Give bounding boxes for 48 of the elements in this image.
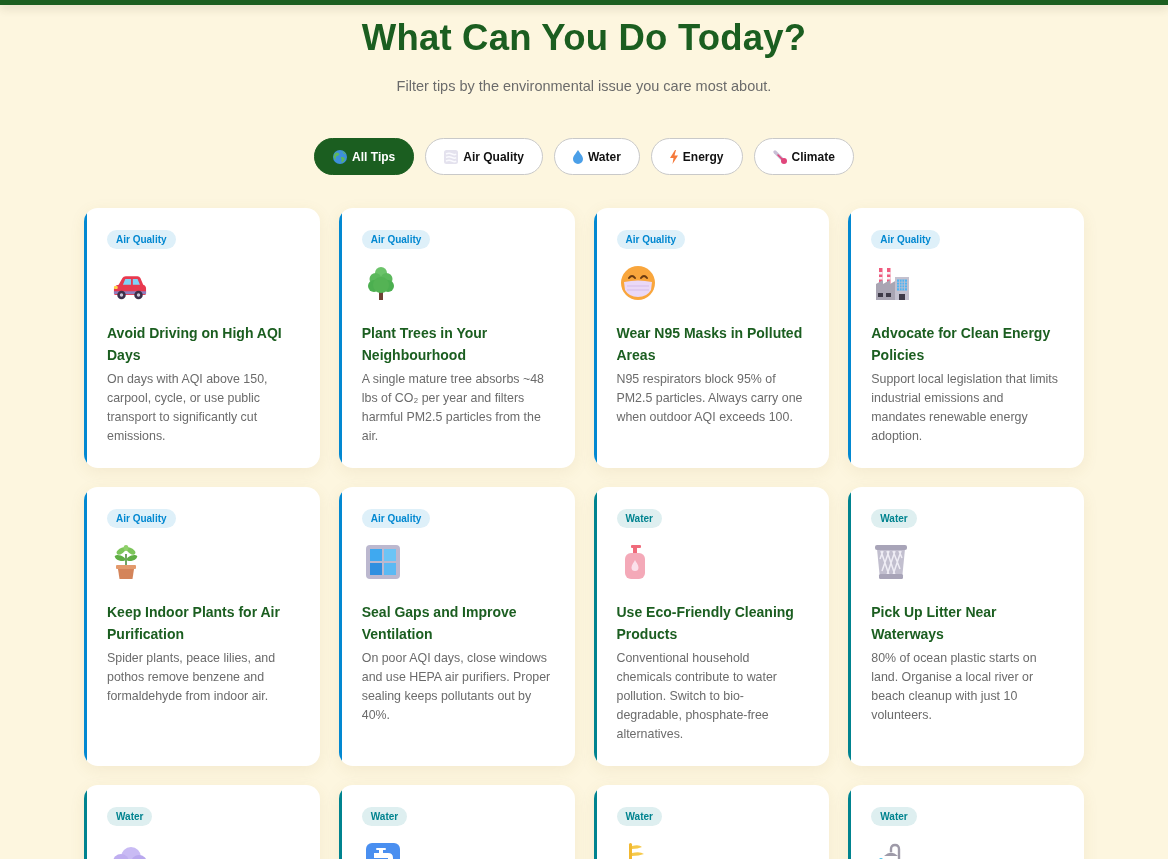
category-tag: Water — [107, 807, 153, 826]
category-tag: Air Quality — [616, 230, 686, 249]
page-title: What Can You Do Today? — [361, 16, 807, 60]
tip-description: N95 respirators block 95% of PM2.5 particles. Always carry one when outdoor AQI exceeds 100. — [616, 371, 804, 426]
category-tag: Water — [616, 509, 662, 528]
window-icon — [365, 545, 400, 579]
filter-chip[interactable]: Water — [553, 138, 640, 175]
category-tag: Air Quality — [871, 230, 940, 249]
filter-chip[interactable]: Climate — [753, 138, 854, 175]
tip-description: A single mature tree absorbs ~48 lbs of CO₂ per year and filters harmful PM2.5 particles from the air. — [361, 371, 545, 445]
wastebasket-icon — [875, 545, 908, 579]
car-icon — [113, 274, 147, 300]
tip-description: Spider plants, peace lilies, and pothos remove benzene and formaldehyde from indoor air. — [107, 650, 277, 705]
category-tag: Water — [361, 807, 408, 826]
potted-plant-icon — [114, 545, 138, 579]
category-tag: Water — [871, 807, 917, 826]
tip-description: On days with AQI above 150, carpool, cycle, or use public transport to significantly cut emissions. — [107, 371, 269, 445]
tip-description: On poor AQI days, close windows and use HEPA air purifiers. Proper sealing keeps pollutants out by 40%. — [361, 650, 551, 724]
filter-chip[interactable]: Energy — [650, 138, 743, 175]
droplet-icon — [572, 149, 583, 164]
category-tag: Air Quality — [361, 230, 431, 249]
tip-title: Keep Indoor Plants for Air Purification — [107, 603, 281, 644]
tip-description: Support local legislation that limits industrial emissions and mandates renewable energy adoption. — [871, 371, 1059, 445]
tip-title: Pick Up Litter Near Waterways — [871, 603, 998, 644]
pump-bottle-icon — [623, 545, 646, 579]
filter-chip[interactable]: All Tips — [314, 138, 415, 175]
tip-description: 80% of ocean plastic starts on land. Organise a local river or beach cleanup with just 10 volunteers. — [871, 650, 1038, 724]
globe-icon — [333, 149, 348, 164]
tip-title: Use Eco-Friendly Cleaning Products — [616, 603, 795, 644]
tree-icon — [366, 266, 395, 300]
filter-chip[interactable]: Air Quality — [425, 138, 543, 175]
category-tag: Air Quality — [107, 509, 176, 528]
tip-title: Seal Gaps and Improve Ventilation — [361, 603, 518, 644]
tip-title: Wear N95 Masks in Polluted Areas — [616, 324, 804, 365]
category-tag: Water — [871, 509, 917, 528]
factory-icon — [875, 266, 910, 300]
tip-title: Advocate for Clean Energy Policies — [871, 324, 1052, 365]
category-tag: Air Quality — [107, 230, 176, 249]
masked-face-icon — [620, 266, 655, 300]
category-tag: Water — [616, 807, 662, 826]
category-tag: Air Quality — [361, 509, 431, 528]
fog-icon — [444, 149, 459, 164]
tip-description: Conventional household chemicals contribute to water pollution. Switch to bio-degradable, phosphate-free alternatives. — [616, 650, 778, 743]
page-subtitle: Filter tips by the environmental issue you care most about. — [396, 77, 772, 96]
tip-title: Avoid Driving on High AQI Days — [107, 324, 283, 365]
lightning-icon — [669, 149, 678, 164]
tip-title: Plant Trees in Your Neighbourhood — [361, 324, 489, 365]
thermometer-icon — [772, 149, 787, 164]
